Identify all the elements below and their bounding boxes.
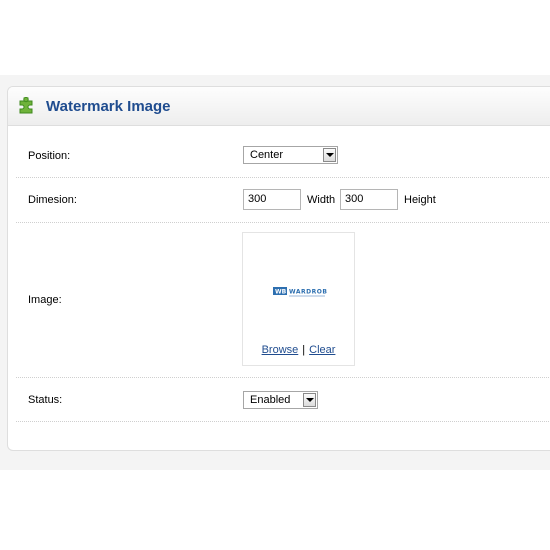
- status-select[interactable]: Enabled: [243, 391, 318, 409]
- clear-link[interactable]: Clear: [309, 344, 335, 356]
- puzzle-icon: [18, 96, 36, 115]
- width-label: Width: [307, 194, 336, 206]
- chevron-down-icon[interactable]: [323, 148, 336, 162]
- dimension-row: Dimesion: 300 Width 300 Height: [16, 178, 550, 223]
- position-selected-value: Center: [250, 149, 284, 161]
- svg-text:WARDROBE: WARDROBE: [289, 289, 327, 296]
- image-label: Image:: [28, 294, 62, 306]
- position-label: Position:: [28, 150, 71, 162]
- position-select[interactable]: Center: [243, 146, 338, 164]
- height-input[interactable]: 300: [340, 189, 398, 210]
- dimension-label: Dimesion:: [28, 194, 77, 206]
- browse-link[interactable]: Browse: [262, 344, 299, 356]
- position-row: Position: Center: [16, 134, 550, 178]
- status-label: Status:: [28, 394, 63, 406]
- panel-header: Watermark Image: [8, 87, 550, 126]
- width-input[interactable]: 300: [243, 189, 301, 210]
- watermark-panel: Watermark Image Position: Center Dimesio…: [7, 86, 550, 451]
- svg-text:WB: WB: [275, 289, 287, 296]
- link-separator: |: [302, 344, 306, 356]
- image-preview: WB WARDROBE Browse|Clear: [242, 232, 355, 366]
- image-actions: Browse | Clear: [243, 344, 354, 356]
- chevron-down-icon[interactable]: [303, 393, 316, 407]
- height-label: Height: [404, 194, 436, 206]
- status-selected-value: Enabled: [250, 394, 291, 406]
- image-row: Image: WB WARDROBE Browse|Clear: [16, 223, 550, 378]
- wb-wardrobe-logo: WB WARDROBE: [273, 285, 332, 299]
- panel-title: Watermark Image: [46, 98, 171, 115]
- status-row: Status: Enabled: [16, 378, 550, 422]
